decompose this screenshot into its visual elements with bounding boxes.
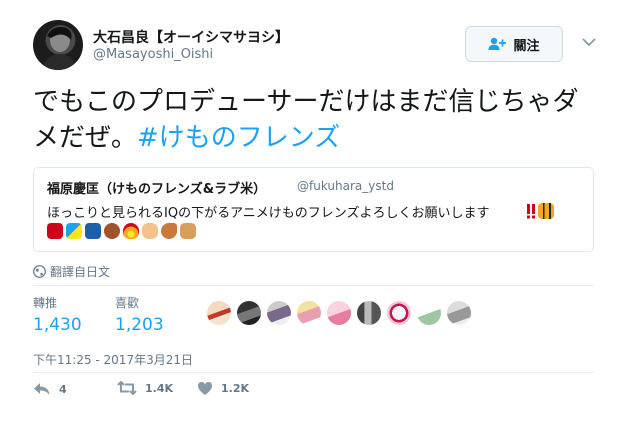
- likes-count: 1,203: [115, 315, 164, 335]
- fire-icon: [123, 223, 139, 239]
- tweet-text: でもこのプロデューサーだけはまだ信じちゃダメだぜ。#けものフレンズ: [33, 84, 603, 156]
- hashtag-link[interactable]: #けものフレンズ: [137, 123, 340, 153]
- liker-avatar[interactable]: [207, 301, 231, 325]
- tweet-header: 大石昌良【オーイシマサヨシ】 @Masayoshi_Oishi 關注: [33, 20, 603, 74]
- reply-button[interactable]: 4: [33, 381, 67, 397]
- follow-button-label: 關注: [513, 38, 540, 54]
- likes-label: 喜歡: [115, 296, 140, 310]
- heart-icon: [198, 382, 212, 395]
- likes-stat[interactable]: 喜歡 1,203: [115, 294, 164, 335]
- translate-link[interactable]: 翻譯自日文: [33, 263, 110, 280]
- liker-avatar[interactable]: [357, 301, 381, 325]
- quote-emoji-row-2: [47, 223, 196, 239]
- divider: [33, 285, 594, 286]
- flag-icon: [66, 223, 82, 239]
- liker-avatar[interactable]: [387, 301, 411, 325]
- translate-label: 翻譯自日文: [50, 265, 111, 279]
- bear-icon: [104, 223, 120, 239]
- retweet-button[interactable]: 1.4K: [117, 381, 173, 395]
- chevron-down-icon[interactable]: [581, 34, 597, 50]
- bus-icon: [85, 223, 101, 239]
- reply-count: 4: [59, 382, 67, 396]
- quote-emoji-row-1: [526, 203, 554, 219]
- like-button[interactable]: 1.2K: [197, 381, 249, 396]
- quote-text: ほっこりと見られるIQの下がるアニメけものフレンズよろしくお願いします: [47, 206, 490, 221]
- add-user-icon: [488, 37, 507, 50]
- squirrel-icon: [161, 223, 177, 239]
- hand-icon: [142, 223, 158, 239]
- reply-icon: [34, 383, 50, 395]
- liker-avatar[interactable]: [267, 301, 291, 325]
- quote-author-handle: @fukuhara_ystd: [297, 179, 394, 193]
- double-exclamation-icon: [526, 203, 536, 219]
- quoted-tweet[interactable]: 福原慶匡（けものフレンズ&ラブ米） @fukuhara_ystd ほっこりと見ら…: [33, 167, 594, 252]
- follow-button[interactable]: 關注: [465, 26, 563, 62]
- dog-icon: [180, 223, 196, 239]
- author-avatar[interactable]: [33, 20, 83, 70]
- retweets-label: 轉推: [33, 296, 58, 310]
- liker-avatars: [207, 301, 471, 325]
- liker-avatar[interactable]: [327, 301, 351, 325]
- retweets-count: 1,430: [33, 315, 82, 335]
- quote-author-name: 福原慶匡（けものフレンズ&ラブ米）: [47, 182, 267, 197]
- liker-avatar[interactable]: [417, 301, 441, 325]
- divider: [33, 372, 594, 373]
- retweet-icon: [117, 381, 137, 395]
- retweet-count: 1.4K: [145, 381, 174, 395]
- retweets-stat[interactable]: 轉推 1,430: [33, 294, 82, 335]
- tiger-icon: [538, 203, 554, 219]
- tweet-timestamp[interactable]: 下午11:25 - 2017年3月21日: [33, 351, 193, 368]
- liker-avatar[interactable]: [237, 301, 261, 325]
- like-count: 1.2K: [221, 382, 250, 395]
- globe-icon: [33, 265, 46, 278]
- red-bag-icon: [47, 223, 63, 239]
- author-display-name[interactable]: 大石昌良【オーイシマサヨシ】: [93, 27, 289, 47]
- liker-avatar[interactable]: [297, 301, 321, 325]
- author-screen-name[interactable]: @Masayoshi_Oishi: [93, 47, 213, 62]
- liker-avatar[interactable]: [447, 301, 471, 325]
